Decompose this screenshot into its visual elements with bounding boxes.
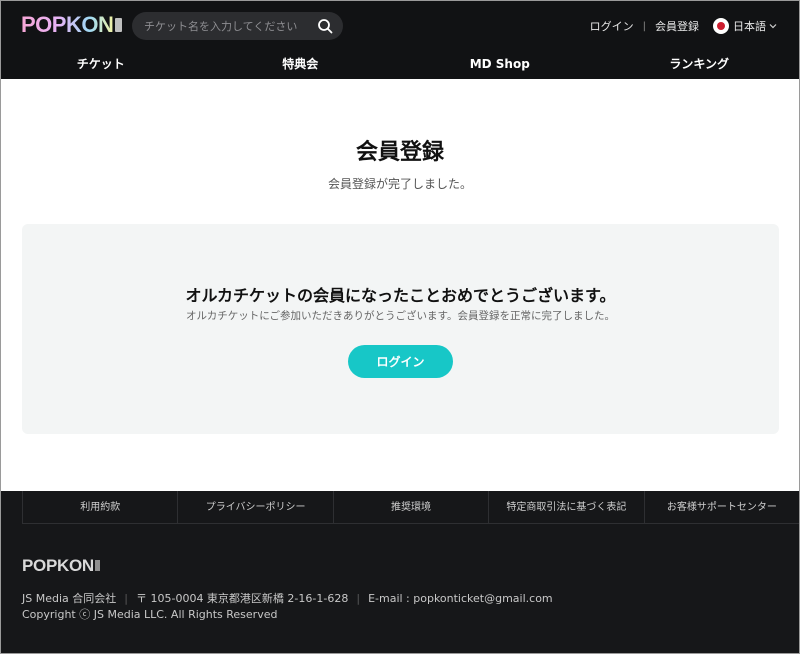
site-logo[interactable]: POPKON [21,14,114,36]
link-separator: | [642,20,646,32]
company-address: 〒 105-0004 東京都港区新橋 2-16-1-628 [135,592,349,605]
footer-logo: POPKON [22,556,94,575]
main-nav: チケット 特典会 MD Shop ランキング [1,51,799,79]
footer-link-commerce-law[interactable]: 特定商取引法に基づく表記 [488,491,643,523]
login-button[interactable]: ログイン [348,345,453,378]
company-email: E-mail : popkonticket@gmail.com [368,591,553,605]
register-link[interactable]: 会員登録 [655,18,699,34]
footer-link-terms[interactable]: 利用約款 [22,491,177,523]
panel-message: オルカチケットにご参加いただきありがとうございます。会員登録を正常に完了しました… [186,310,615,322]
info-separator: | [124,591,128,605]
company-name: JS Media 合同会社 [22,592,117,605]
search-icon[interactable] [317,18,333,34]
page-title: 会員登録 [355,140,444,165]
copyright: Copyright ⓒ JS Media LLC. All Rights Res… [22,608,278,621]
nav-item-md-shop[interactable]: MD Shop [400,51,600,79]
nav-item-ranking[interactable]: ランキング [600,51,800,79]
footer-link-environment[interactable]: 推奨環境 [332,491,488,523]
language-selector[interactable]: 日本語 [713,18,777,34]
footer: 利用約款 プライバシーポリシー 推奨環境 特定商取引法に基づく表記 お客様サポー… [1,491,799,653]
footer-logo-badge [95,560,100,571]
footer-links: 利用約款 プライバシーポリシー 推奨環境 特定商取引法に基づく表記 お客様サポー… [22,491,799,524]
language-label: 日本語 [733,20,766,33]
header: POPKON ログイン | 会員登録 日本語 チケット 特典会 [1,1,799,79]
login-link[interactable]: ログイン [590,18,634,34]
page-subtitle: 会員登録が完了しました。 [327,177,472,191]
nav-item-ticket[interactable]: チケット [1,51,201,79]
page-frame: POPKON ログイン | 会員登録 日本語 チケット 特典会 [0,0,800,654]
footer-link-support[interactable]: お客様サポートセンター [643,491,799,523]
account-links: ログイン | 会員登録 日本語 [590,17,799,35]
search-input[interactable] [144,17,314,35]
chevron-down-icon [769,24,777,29]
panel-heading: オルカチケットの会員になったことおめでとうございます。 [185,286,616,305]
completion-panel: オルカチケットの会員になったことおめでとうございます。 オルカチケットにご参加い… [22,224,779,434]
info-separator: | [356,591,361,605]
nav-item-benefit-event[interactable]: 特典会 [201,51,401,79]
logo-badge [115,18,122,32]
footer-link-privacy[interactable]: プライバシーポリシー [177,491,332,523]
search-bar [132,12,343,40]
company-info: JS Media 合同会社 | 〒 105-0004 東京都港区新橋 2-16-… [22,590,553,606]
japan-flag-icon [713,18,729,34]
